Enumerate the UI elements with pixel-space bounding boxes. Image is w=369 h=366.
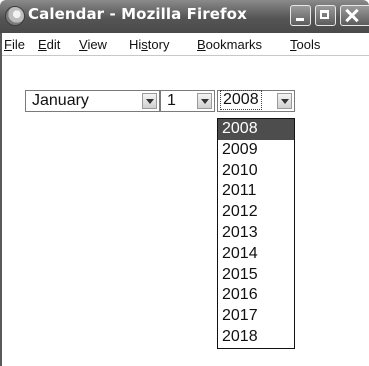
year-option[interactable]: 2014: [218, 244, 294, 265]
year-select-value: 2008: [220, 90, 262, 110]
page-content: January 1 2008 2008 2009 2010 2011 2012 …: [0, 56, 369, 366]
menu-edit[interactable]: Edit: [38, 37, 60, 52]
title-bar[interactable]: Calendar - Mozilla Firefox: [0, 0, 369, 33]
chevron-down-icon[interactable]: [197, 93, 212, 109]
menu-history[interactable]: History: [129, 37, 169, 52]
year-option[interactable]: 2018: [218, 327, 294, 348]
month-select-value: January: [32, 92, 89, 109]
year-option[interactable]: 2017: [218, 306, 294, 327]
year-option[interactable]: 2013: [218, 223, 294, 244]
window-title: Calendar - Mozilla Firefox: [28, 5, 247, 23]
year-option[interactable]: 2009: [218, 140, 294, 161]
browser-window: Calendar - Mozilla Firefox File Edit Vie…: [0, 0, 369, 366]
month-select[interactable]: January: [25, 90, 160, 112]
chevron-down-icon[interactable]: [142, 93, 157, 109]
day-select-value: 1: [167, 92, 176, 109]
year-option[interactable]: 2012: [218, 202, 294, 223]
firefox-logo-icon: [5, 6, 25, 26]
menu-tools[interactable]: Tools: [290, 37, 320, 52]
close-icon[interactable]: [340, 5, 369, 26]
year-option[interactable]: 2010: [218, 161, 294, 182]
menu-bar: File Edit View History Bookmarks Tools: [0, 33, 369, 56]
day-select[interactable]: 1: [160, 90, 215, 112]
maximize-icon[interactable]: [315, 5, 336, 26]
year-select[interactable]: 2008: [217, 90, 295, 112]
year-option[interactable]: 2016: [218, 285, 294, 306]
minimize-icon[interactable]: [290, 5, 311, 26]
chevron-down-icon[interactable]: [277, 93, 292, 109]
year-option[interactable]: 2008: [218, 119, 294, 140]
menu-file[interactable]: File: [4, 37, 25, 52]
year-option[interactable]: 2015: [218, 265, 294, 286]
menu-bookmarks[interactable]: Bookmarks: [197, 37, 262, 52]
window-frame-left: [0, 33, 2, 366]
menu-view[interactable]: View: [79, 37, 107, 52]
year-dropdown-list: 2008 2009 2010 2011 2012 2013 2014 2015 …: [217, 118, 295, 349]
year-option[interactable]: 2011: [218, 181, 294, 202]
